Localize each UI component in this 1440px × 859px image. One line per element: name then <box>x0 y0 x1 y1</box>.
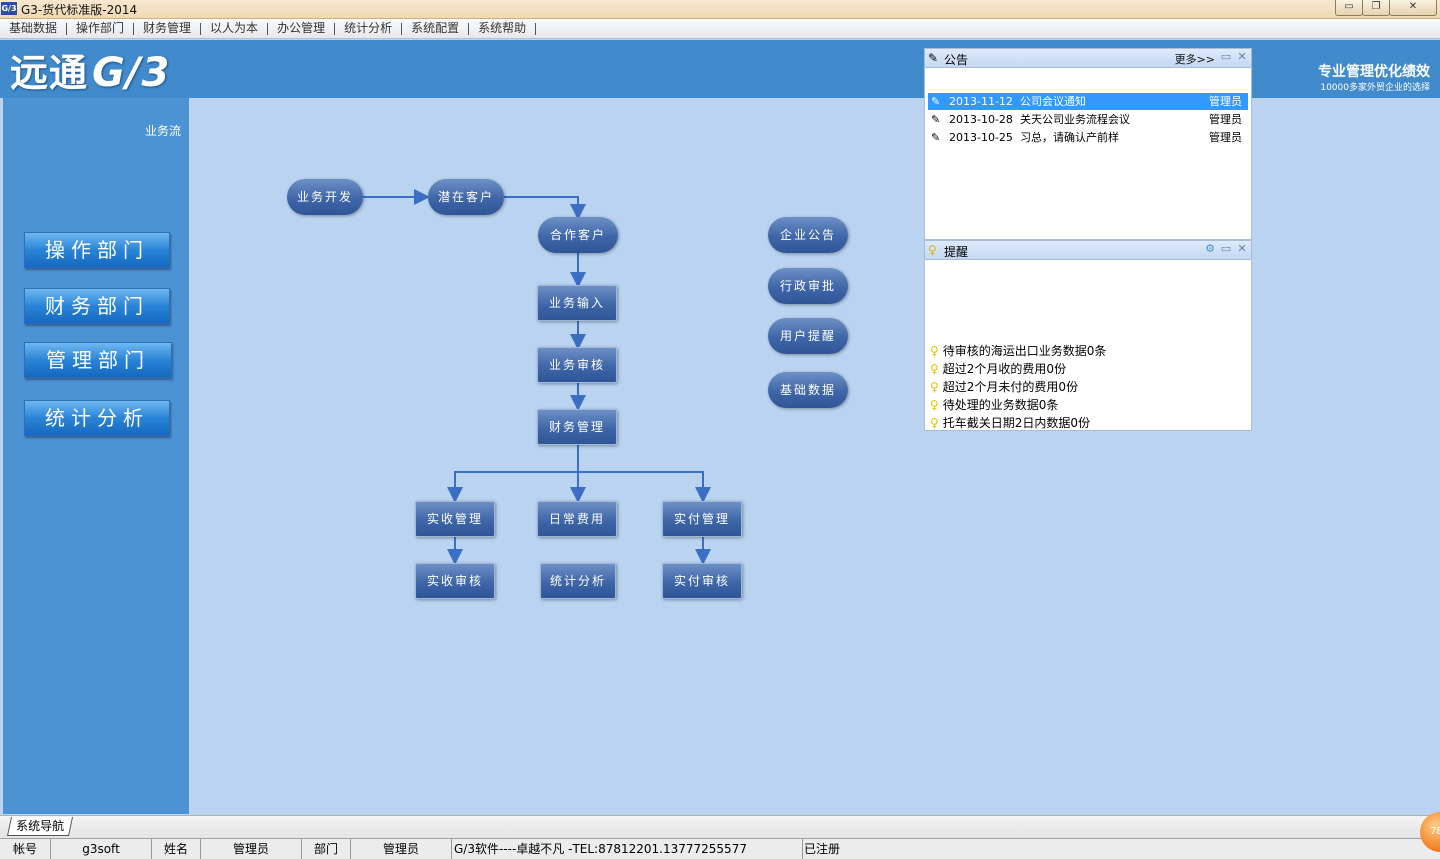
lightbulb-icon: ♀ <box>930 362 939 376</box>
close-icon[interactable]: ✕ <box>1235 242 1249 256</box>
close-icon[interactable]: ✕ <box>1235 50 1249 64</box>
menu-statistics[interactable]: 统计分析 <box>335 19 401 38</box>
reminder-panel-header: ♀ 提醒 ⚙ ▭ ✕ <box>925 241 1251 260</box>
reminder-item[interactable]: ♀ 待处理的业务数据0条 <box>930 396 1058 414</box>
flow-node-business-review[interactable]: 业务审核 <box>537 347 617 383</box>
sidebar: 业务流 操作部门 财务部门 管理部门 统计分析 <box>3 98 189 814</box>
sidebar-button-operations[interactable]: 操作部门 <box>24 232 170 268</box>
pin-icon: ✎ <box>928 51 939 65</box>
menu-settings[interactable]: 系统配置 <box>402 19 468 38</box>
quick-company-notice[interactable]: 企业公告 <box>768 217 848 253</box>
notice-more-link[interactable]: 更多>> <box>1175 51 1215 67</box>
status-registered: 已注册 <box>804 842 841 856</box>
reminder-panel: ♀ 提醒 ⚙ ▭ ✕ ♀ 待审核的海运出口业务数据0条 ♀ 超过2个月收的费用0份 … <box>924 240 1252 431</box>
menu-finance[interactable]: 财务管理 <box>134 19 200 38</box>
menu-basic-data[interactable]: 基础数据 <box>0 19 66 38</box>
logo: 远通 G/3 <box>10 50 171 96</box>
notice-panel-header: ✎ 公告 更多>> ▭ ✕ <box>925 49 1251 68</box>
notice-panel-title: 公告 <box>944 53 969 67</box>
notice-icon: ✎ <box>931 113 941 126</box>
slogan-sub: 10000多家外贸企业的选择 <box>1320 83 1430 93</box>
slogan-main: 专业管理优化绩效 <box>1318 64 1430 80</box>
close-button[interactable]: ✕ <box>1389 0 1437 16</box>
tab-bar: 系统导航 <box>0 815 1440 838</box>
maximize-icon[interactable]: ▭ <box>1219 242 1233 256</box>
reminder-item[interactable]: ♀ 超过2个月收的费用0份 <box>930 360 1066 378</box>
sidebar-label: 业务流 <box>144 124 181 138</box>
lightbulb-icon: ♀ <box>930 416 939 430</box>
maximize-icon[interactable]: ▭ <box>1219 50 1233 64</box>
status-dept: 管理员 <box>351 839 452 859</box>
flow-node-business-dev[interactable]: 业务开发 <box>287 179 363 215</box>
notice-row[interactable]: ✎ 2013-11-12 公司会议通知 管理员 <box>928 93 1248 110</box>
menu-office[interactable]: 办公管理 <box>268 19 334 38</box>
sidebar-button-finance[interactable]: 财务部门 <box>24 288 170 324</box>
sidebar-button-management[interactable]: 管理部门 <box>24 342 172 378</box>
notice-row[interactable]: ✎ 2013-10-28 关天公司业务流程会议 管理员 <box>928 111 1248 128</box>
flow-node-receipts-review[interactable]: 实收审核 <box>415 563 495 599</box>
flow-node-potential-customer[interactable]: 潜在客户 <box>428 179 504 215</box>
lightbulb-icon: ♀ <box>930 380 939 394</box>
notice-icon: ✎ <box>931 95 941 108</box>
quick-admin-approval[interactable]: 行政审批 <box>768 268 848 304</box>
status-name-label: 姓名 <box>152 839 201 859</box>
quick-user-reminder[interactable]: 用户提醒 <box>768 318 848 354</box>
lightbulb-icon: ♀ <box>930 398 939 412</box>
flow-node-finance-mgmt[interactable]: 财务管理 <box>537 409 617 445</box>
notice-panel: ✎ 公告 更多>> ▭ ✕ ✎ 2013-11-12 公司会议通知 管理员 ✎ … <box>924 48 1252 240</box>
window-titlebar: G/3 G3-货代标准版-2014 ▭ ❐ ✕ <box>0 0 1440 19</box>
notice-icon: ✎ <box>931 131 941 144</box>
notice-row[interactable]: ✎ 2013-10-25 习总，请确认产前样 管理员 <box>928 129 1248 146</box>
flow-node-partner-customer[interactable]: 合作客户 <box>538 217 618 253</box>
status-bar: 帐号 g3soft 姓名 管理员 部门 管理员 G/3软件----卓越不凡 -T… <box>0 838 1440 859</box>
menu-bar: 基础数据 操作部门 财务管理 以人为本 办公管理 统计分析 系统配置 系统帮助 <box>0 19 1440 39</box>
flow-node-payments-mgmt[interactable]: 实付管理 <box>662 501 742 537</box>
flow-node-daily-expense[interactable]: 日常费用 <box>537 501 617 537</box>
flow-node-statistics[interactable]: 统计分析 <box>540 563 616 599</box>
menu-hr[interactable]: 以人为本 <box>201 19 267 38</box>
reminder-panel-title: 提醒 <box>944 245 969 259</box>
status-account: g3soft <box>51 839 152 859</box>
restore-button[interactable]: ❐ <box>1362 0 1390 16</box>
lightbulb-icon: ♀ <box>928 243 937 257</box>
app-icon: G/3 <box>1 2 17 15</box>
status-dept-label: 部门 <box>302 839 351 859</box>
quick-basic-data[interactable]: 基础数据 <box>768 372 848 408</box>
sidebar-button-statistics[interactable]: 统计分析 <box>24 400 170 436</box>
reminder-item[interactable]: ♀ 托车截关日期2日内数据0份 <box>930 414 1090 432</box>
flow-node-business-input[interactable]: 业务输入 <box>537 285 617 321</box>
slogan: 专业管理优化绩效 10000多家外贸企业的选择 <box>1318 62 1430 94</box>
menu-operations[interactable]: 操作部门 <box>67 19 133 38</box>
lightbulb-icon: ♀ <box>930 344 939 358</box>
reminder-item[interactable]: ♀ 待审核的海运出口业务数据0条 <box>930 342 1106 360</box>
flow-node-receipts-mgmt[interactable]: 实收管理 <box>415 501 495 537</box>
status-account-label: 帐号 <box>0 839 51 859</box>
status-name: 管理员 <box>201 839 302 859</box>
menu-help[interactable]: 系统帮助 <box>469 19 535 38</box>
minimize-button[interactable]: ▭ <box>1335 0 1363 16</box>
status-company: G/3软件----卓越不凡 -TEL:87812201.13777255577 <box>452 839 803 859</box>
flow-node-payments-review[interactable]: 实付审核 <box>662 563 742 599</box>
tab-system-nav[interactable]: 系统导航 <box>6 817 74 836</box>
reminder-item[interactable]: ♀ 超过2个月未付的费用0份 <box>930 378 1078 396</box>
window-title: G3-货代标准版-2014 <box>21 3 138 17</box>
gear-icon[interactable]: ⚙ <box>1203 242 1217 256</box>
